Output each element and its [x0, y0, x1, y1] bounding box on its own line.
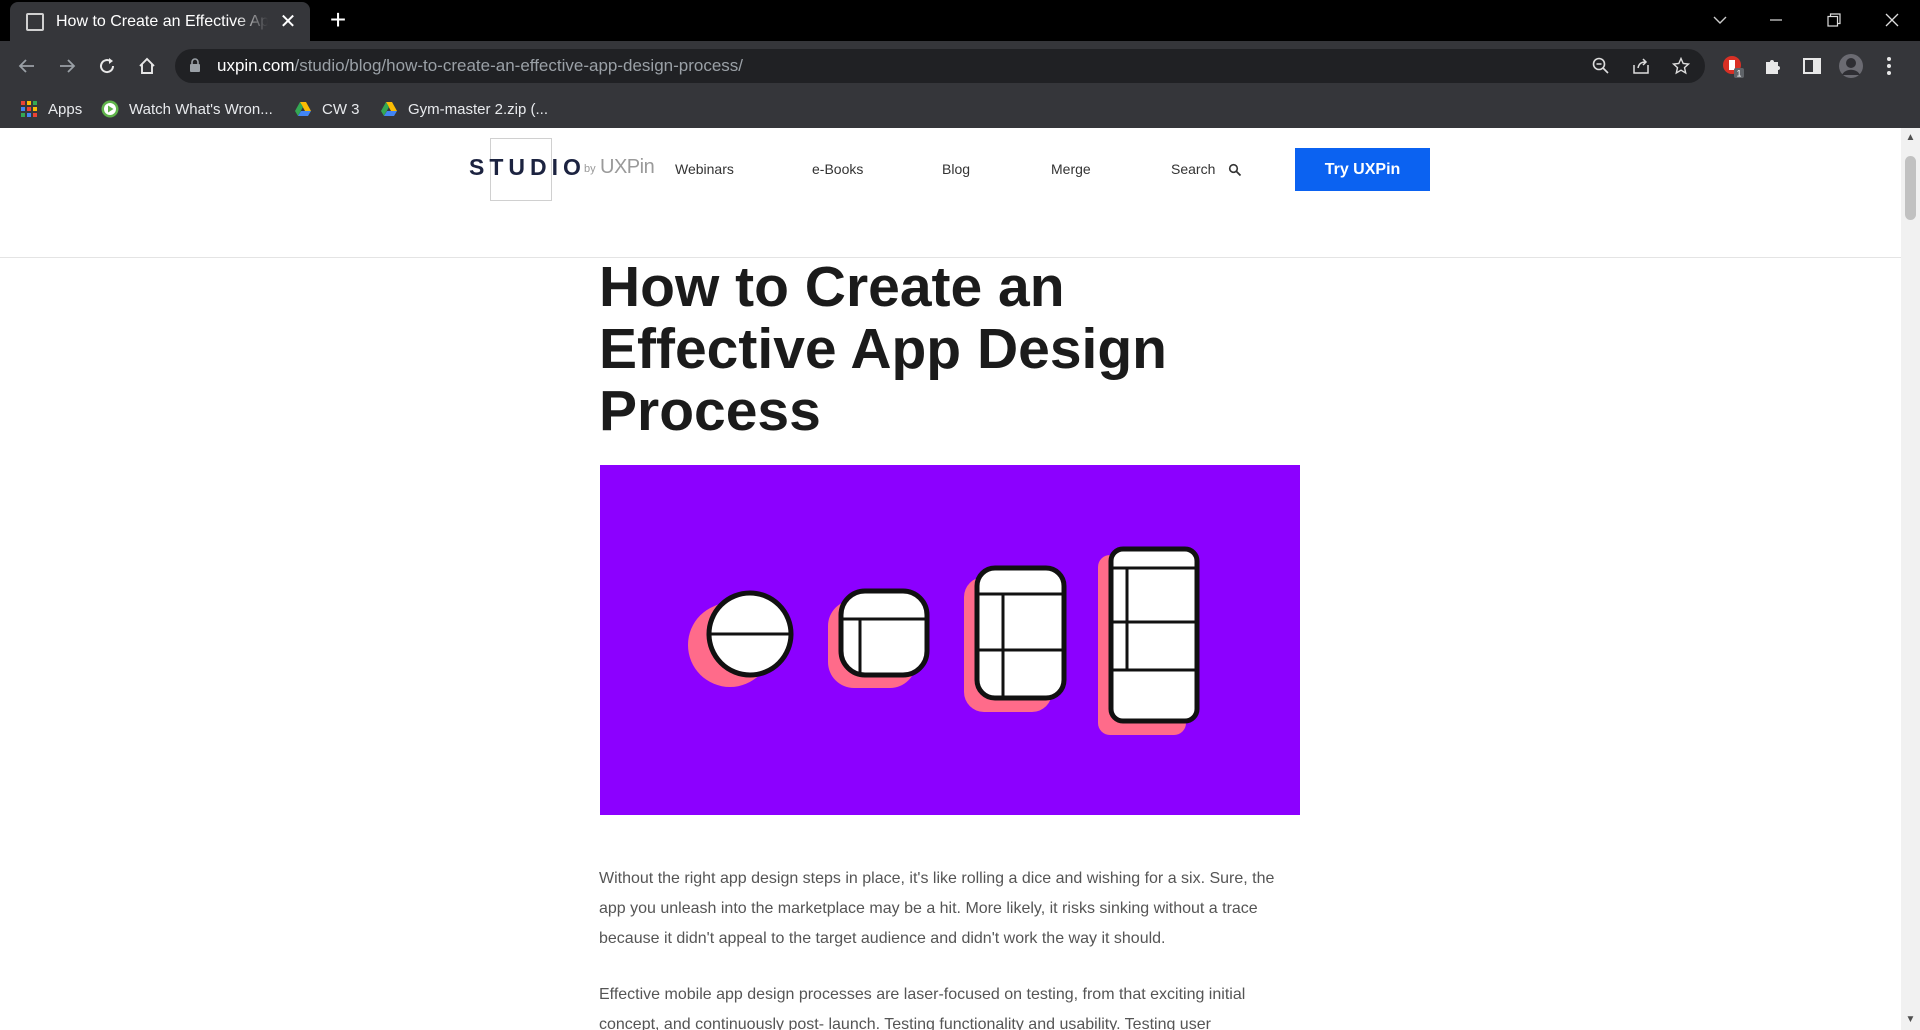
- bookmark-star-icon[interactable]: [1669, 55, 1693, 77]
- try-uxpin-button[interactable]: Try UXPin: [1295, 148, 1430, 191]
- forward-icon[interactable]: [52, 51, 82, 81]
- tablet-wireframe-icon: [974, 565, 1067, 701]
- apps-grid-icon: [21, 101, 37, 117]
- scroll-thumb[interactable]: [1905, 156, 1916, 220]
- new-tab-icon[interactable]: +: [322, 6, 354, 36]
- minimize-icon[interactable]: [1748, 0, 1804, 41]
- search-icon[interactable]: [1228, 163, 1242, 177]
- restore-icon[interactable]: [1806, 0, 1862, 41]
- logo-by: by: [584, 163, 596, 175]
- browser-tab[interactable]: How to Create an Effective App Design Pr…: [10, 2, 310, 41]
- article-paragraph: Without the right app design steps in pl…: [599, 870, 1275, 947]
- nav-webinars[interactable]: Webinars: [675, 161, 734, 177]
- back-icon[interactable]: [12, 51, 42, 81]
- app-layout-illustration: [688, 546, 1200, 735]
- web-page: STUDIO by UXPin Webinars e-Books Blog Me…: [0, 128, 1901, 1030]
- profile-avatar-icon[interactable]: [1838, 53, 1864, 79]
- close-tab-icon[interactable]: ✕: [276, 9, 300, 34]
- square-wireframe-icon: [838, 588, 930, 678]
- tab-search-chevron-icon[interactable]: [1692, 0, 1748, 41]
- bookmark-apps[interactable]: Apps: [20, 98, 82, 120]
- address-bar[interactable]: uxpin.com/studio/blog/how-to-create-an-e…: [175, 49, 1705, 83]
- reload-icon[interactable]: [92, 51, 122, 81]
- hero-image: [600, 465, 1300, 815]
- bookmark-watch-whats-wrong[interactable]: Watch What's Wron...: [101, 98, 273, 120]
- site-header: STUDIO by UXPin Webinars e-Books Blog Me…: [0, 128, 1901, 258]
- nav-blog[interactable]: Blog: [942, 161, 970, 177]
- url-text[interactable]: uxpin.com/studio/blog/how-to-create-an-e…: [217, 56, 743, 76]
- side-panel-icon[interactable]: [1799, 53, 1825, 79]
- bookmarks-bar: Apps Watch What's Wron... CW 3 Gym-maste…: [0, 90, 1920, 128]
- nav-merge[interactable]: Merge: [1051, 161, 1091, 177]
- play-circle-icon: [101, 100, 119, 118]
- nav-ebooks[interactable]: e-Books: [812, 161, 863, 177]
- browser-menu-icon[interactable]: [1876, 53, 1902, 79]
- extension-badge-icon[interactable]: 1: [1720, 53, 1746, 79]
- logo-brand: UXPin: [600, 156, 655, 178]
- extensions-puzzle-icon[interactable]: [1760, 53, 1786, 79]
- scroll-up-icon[interactable]: ▲: [1901, 130, 1920, 146]
- page-favicon-icon: [26, 12, 44, 31]
- google-drive-icon: [295, 102, 311, 116]
- tab-title: How to Create an Effective App Design Pr…: [56, 12, 268, 30]
- scroll-down-icon[interactable]: ▼: [1901, 1012, 1920, 1028]
- bookmark-gym-master[interactable]: Gym-master 2.zip (...: [380, 98, 548, 120]
- close-window-icon[interactable]: [1864, 0, 1920, 41]
- google-drive-icon: [381, 102, 397, 116]
- svg-text:1: 1: [1736, 69, 1741, 79]
- lock-icon[interactable]: [189, 58, 201, 72]
- article-paragraph: Effective mobile app design processes ar…: [599, 986, 1246, 1030]
- page-scrollbar[interactable]: ▲ ▼: [1901, 128, 1920, 1030]
- bookmark-cw3[interactable]: CW 3: [294, 98, 360, 120]
- phone-wireframe-icon: [1108, 546, 1200, 724]
- zoom-icon[interactable]: [1589, 55, 1613, 77]
- site-logo[interactable]: STUDIO: [469, 154, 586, 181]
- share-icon[interactable]: [1629, 55, 1653, 77]
- nav-search[interactable]: Search: [1171, 161, 1215, 177]
- tab-strip: How to Create an Effective App Design Pr…: [0, 0, 1920, 41]
- article-title: How to Create an Effective App Design Pr…: [599, 255, 1167, 443]
- browser-toolbar: uxpin.com/studio/blog/how-to-create-an-e…: [0, 41, 1920, 90]
- home-icon[interactable]: [132, 51, 162, 81]
